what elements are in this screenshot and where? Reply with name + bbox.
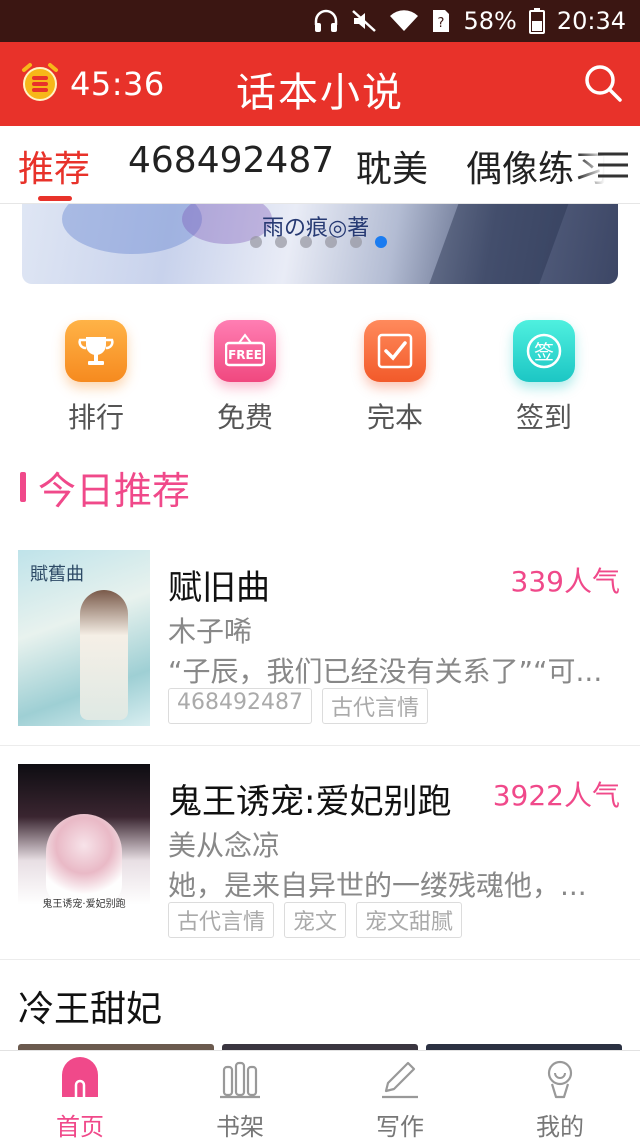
profile-icon xyxy=(538,1057,582,1101)
carousel-dot[interactable] xyxy=(250,236,262,248)
nav-profile-label: 我的 xyxy=(536,1113,584,1138)
app-header: 45:36 话本小说 xyxy=(0,42,640,126)
book-description: “子辰，我们已经没有关系了”“可... xyxy=(168,655,603,688)
hamburger-menu-icon xyxy=(598,152,628,178)
book-title: 赋旧曲 xyxy=(168,568,270,608)
cover-art xyxy=(80,590,128,720)
cover-title: 賦舊曲 xyxy=(30,564,84,585)
mute-icon xyxy=(351,9,377,33)
sign-in-icon: 签 xyxy=(513,320,575,382)
book-item[interactable]: 鬼王诱宠·爱妃别跑 鬼王诱宠:爱妃别跑 3922人气 美从念凉 她，是来自异世的… xyxy=(0,748,640,960)
wifi-icon xyxy=(389,9,419,33)
sign-in-label: 签到 xyxy=(515,401,572,434)
book-tag[interactable]: 468492487 xyxy=(168,688,312,724)
book-author: 美从念凉 xyxy=(168,829,281,862)
tabs-menu-button[interactable] xyxy=(596,148,630,182)
nav-profile[interactable]: 我的 xyxy=(500,1057,620,1138)
carousel-dot[interactable] xyxy=(275,236,287,248)
ranking-label: 排行 xyxy=(67,401,124,434)
free-label: 免费 xyxy=(216,401,273,434)
book-tags: 468492487 古代言情 xyxy=(168,688,438,724)
book-tags: 古代言情 宠文 宠文甜腻 xyxy=(168,902,472,938)
book-tag[interactable]: 宠文甜腻 xyxy=(356,902,463,938)
carousel-dot[interactable] xyxy=(350,236,362,248)
quick-links: 排行 FREE 免费 完本 签 签到 xyxy=(0,300,640,440)
book-tag[interactable]: 古代言情 xyxy=(321,688,428,724)
book-cover[interactable]: 鬼王诱宠·爱妃别跑 xyxy=(18,764,150,940)
nav-write-label: 写作 xyxy=(376,1113,424,1138)
status-bar: ? 58% 20:34 xyxy=(0,0,640,42)
book-popularity: 3922人气 xyxy=(492,779,620,812)
book-title: 鬼王诱宠:爱妃别跑 xyxy=(168,782,452,822)
nav-write[interactable]: 写作 xyxy=(340,1057,460,1138)
book-popularity: 339人气 xyxy=(510,565,620,598)
cover-title: 鬼王诱宠·爱妃别跑 xyxy=(42,899,126,910)
nav-home-label: 首页 xyxy=(56,1113,104,1138)
nav-home[interactable]: 首页 xyxy=(20,1057,140,1138)
tab-468492487[interactable]: 468492487 xyxy=(128,140,334,181)
svg-text:FREE: FREE xyxy=(228,348,262,362)
app-title: 话本小说 xyxy=(236,70,404,116)
section-accent-bar xyxy=(20,472,26,502)
ranking-button[interactable]: 排行 xyxy=(21,320,171,436)
free-button[interactable]: FREE 免费 xyxy=(170,320,320,436)
nav-bookshelf-label: 书架 xyxy=(216,1113,264,1138)
completed-button[interactable]: 完本 xyxy=(320,320,470,436)
search-icon xyxy=(585,65,622,102)
carousel-dot[interactable] xyxy=(325,236,337,248)
svg-text:签: 签 xyxy=(534,340,554,364)
search-button[interactable] xyxy=(582,62,624,104)
bottom-nav: 首页 书架 写作 我的 xyxy=(0,1050,640,1138)
battery-percent: 58% xyxy=(463,7,517,35)
battery-icon xyxy=(528,8,545,34)
section-header: 今日推荐 xyxy=(20,462,191,513)
tab-danmei[interactable]: 耽美 xyxy=(356,140,428,192)
book-tag[interactable]: 古代言情 xyxy=(168,902,275,938)
nav-bookshelf[interactable]: 书架 xyxy=(180,1057,300,1138)
carousel-dots xyxy=(250,236,400,248)
tab-recommend[interactable]: 推荐 xyxy=(18,140,90,192)
book-description: 她，是来自异世的一缕残魂他，... xyxy=(168,869,587,902)
pen-icon xyxy=(378,1057,422,1101)
carousel-dot-active[interactable] xyxy=(375,236,387,248)
bookshelf-icon xyxy=(218,1057,262,1101)
book-item[interactable]: 賦舊曲 赋旧曲 339人气 木子唏 “子辰，我们已经没有关系了”“可... 46… xyxy=(0,534,640,746)
carousel-dot[interactable] xyxy=(300,236,312,248)
category-tabs: 推荐 468492487 耽美 偶像练习 xyxy=(0,126,640,204)
book-tag[interactable]: 宠文 xyxy=(284,902,347,938)
book-cover[interactable]: 賦舊曲 xyxy=(18,550,150,726)
promo-banner[interactable]: 雨の痕◎著 xyxy=(22,204,618,284)
headphones-icon xyxy=(313,9,339,33)
completed-label: 完本 xyxy=(366,401,423,434)
home-icon xyxy=(58,1057,102,1101)
active-tab-indicator xyxy=(38,196,72,201)
book-author: 木子唏 xyxy=(168,615,253,648)
svg-text:?: ? xyxy=(438,16,445,31)
sign-in-button[interactable]: 签 签到 xyxy=(469,320,619,436)
check-book-icon xyxy=(364,320,426,382)
trophy-icon xyxy=(65,320,127,382)
banner-art xyxy=(425,204,569,284)
banner-art xyxy=(62,204,202,254)
free-sign-icon: FREE xyxy=(214,320,276,382)
cover-art xyxy=(46,814,122,904)
clock: 20:34 xyxy=(556,7,626,35)
next-section-title[interactable]: 冷王甜妃 xyxy=(18,980,162,1032)
section-title: 今日推荐 xyxy=(38,468,191,513)
sim-unknown-icon: ? xyxy=(431,8,451,34)
